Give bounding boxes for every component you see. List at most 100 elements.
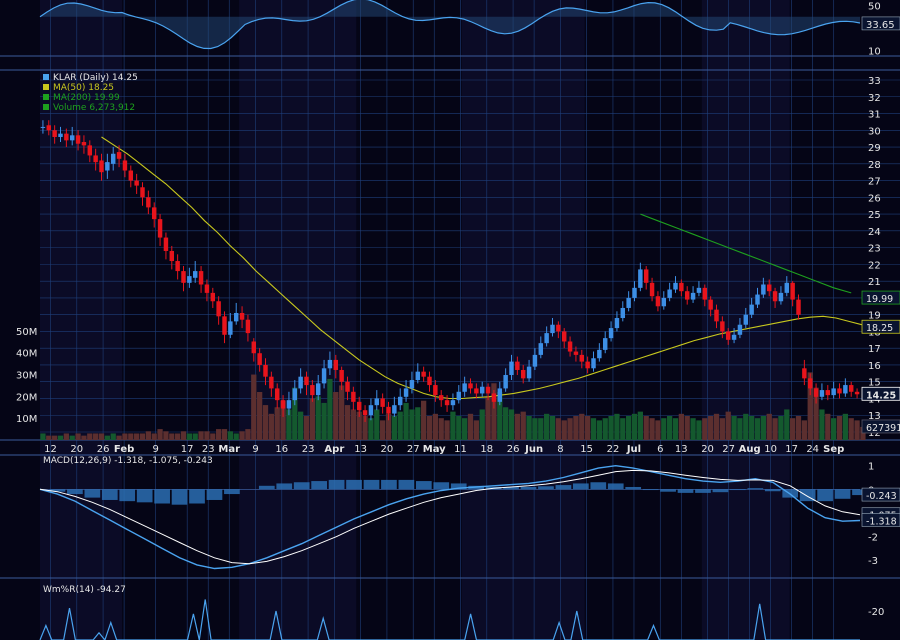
x-axis-tick: Sep <box>823 444 844 455</box>
volume-bar <box>772 418 778 440</box>
x-axis-tick: Feb <box>114 444 134 455</box>
volume-bar <box>842 413 848 440</box>
x-axis-tick: 16 <box>275 444 288 455</box>
volume-bar <box>462 418 468 440</box>
volume-bar <box>169 433 175 440</box>
volume-bar <box>186 433 192 440</box>
volume-bar <box>749 416 755 440</box>
candle-body <box>714 309 719 322</box>
candle-body <box>725 331 731 340</box>
candle-body <box>192 271 198 278</box>
volume-bar <box>180 431 187 440</box>
x-axis-tick: 27 <box>722 444 735 455</box>
candle-body <box>210 292 216 302</box>
volume-bar <box>579 413 585 440</box>
candle-body <box>122 160 128 171</box>
candle-body <box>778 292 784 302</box>
volume-bar <box>239 431 245 440</box>
candle-body <box>567 341 573 352</box>
volume-bar <box>339 385 345 440</box>
candle-body <box>655 296 661 307</box>
candle-body <box>421 371 426 377</box>
volume-bar <box>268 413 274 440</box>
candle-body <box>503 375 508 389</box>
volume-bar <box>298 411 304 440</box>
volume-bar <box>626 416 632 440</box>
volume-bar <box>655 420 661 440</box>
volume-bar <box>637 411 643 440</box>
volume-bar <box>854 420 860 440</box>
candle-body <box>251 341 257 354</box>
candle-body <box>345 381 350 392</box>
volume-bar <box>40 433 46 440</box>
rsi-value-tag-label: 33.65 <box>866 20 895 31</box>
macd-histogram-bar <box>276 483 293 490</box>
candle-body <box>157 219 163 238</box>
candle-body <box>813 388 819 397</box>
candle-body <box>374 398 380 406</box>
volume-bar <box>573 416 579 440</box>
volume-bar <box>57 435 64 440</box>
price-axis-tick: 32 <box>868 93 881 104</box>
macd-histogram-bar <box>328 479 345 490</box>
candle-body <box>854 391 860 395</box>
macd-histogram-bar <box>817 489 833 502</box>
volume-bar <box>585 416 591 440</box>
legend-entry: MA(200) 19.99 <box>53 93 120 103</box>
volume-bar <box>678 413 684 440</box>
volume-bar <box>157 429 163 440</box>
macd-histogram-bar <box>590 482 607 490</box>
volume-axis-tick: 40M <box>16 349 37 360</box>
volume-bar <box>444 420 450 440</box>
williams-axis-tick: -20 <box>868 607 884 618</box>
volume-bar <box>719 418 725 440</box>
candle-body <box>233 312 239 322</box>
candle-body <box>544 333 549 344</box>
stock-chart: 10-1-2-3-2012131415161718192021222324252… <box>0 0 900 640</box>
candle-body <box>491 393 497 402</box>
candle-body <box>181 271 186 283</box>
volume-bar <box>819 409 825 440</box>
candle-body <box>515 361 520 370</box>
x-axis-tick: 20 <box>70 444 83 455</box>
candle-body <box>679 282 684 292</box>
volume-bar <box>485 396 491 440</box>
volume-bar <box>503 407 509 440</box>
candle-body <box>146 197 151 208</box>
macd-histogram-bar <box>189 489 205 504</box>
volume-bar <box>473 420 479 440</box>
volume-bar <box>221 429 228 440</box>
volume-bar <box>438 418 444 440</box>
volume-bar <box>690 418 696 440</box>
price-axis-tick: 22 <box>868 260 881 271</box>
candle-body <box>585 361 590 369</box>
volume-bar <box>737 418 743 440</box>
macd-tag-label: -1.318 <box>866 516 897 527</box>
price-tag-label: 18.25 <box>866 323 893 334</box>
candle-body <box>643 269 649 283</box>
macd-histogram-bar <box>660 489 676 492</box>
volume-bar <box>538 418 544 440</box>
x-axis-tick: Apr <box>324 444 344 455</box>
volume-bar <box>327 378 333 440</box>
volume-bar <box>713 413 720 440</box>
volume-bar <box>409 409 415 440</box>
candle-body <box>796 299 801 315</box>
volume-bar <box>831 418 837 440</box>
candle-body <box>386 406 391 414</box>
volume-bar <box>567 418 573 440</box>
volume-bar <box>801 420 807 440</box>
x-axis-tick: 10 <box>764 444 777 455</box>
volume-bar <box>544 413 550 440</box>
candle-body <box>315 383 321 396</box>
candle-body <box>720 321 725 332</box>
candle-body <box>837 388 842 394</box>
volume-bar <box>514 413 520 440</box>
candle-body <box>81 142 87 146</box>
volume-bar <box>75 433 81 440</box>
macd-tag-label: -0.243 <box>866 491 897 502</box>
macd-histogram-bar <box>346 479 362 490</box>
candle-body <box>485 386 491 394</box>
macd-histogram-bar <box>625 486 642 490</box>
price-axis-tick: 31 <box>868 110 881 121</box>
